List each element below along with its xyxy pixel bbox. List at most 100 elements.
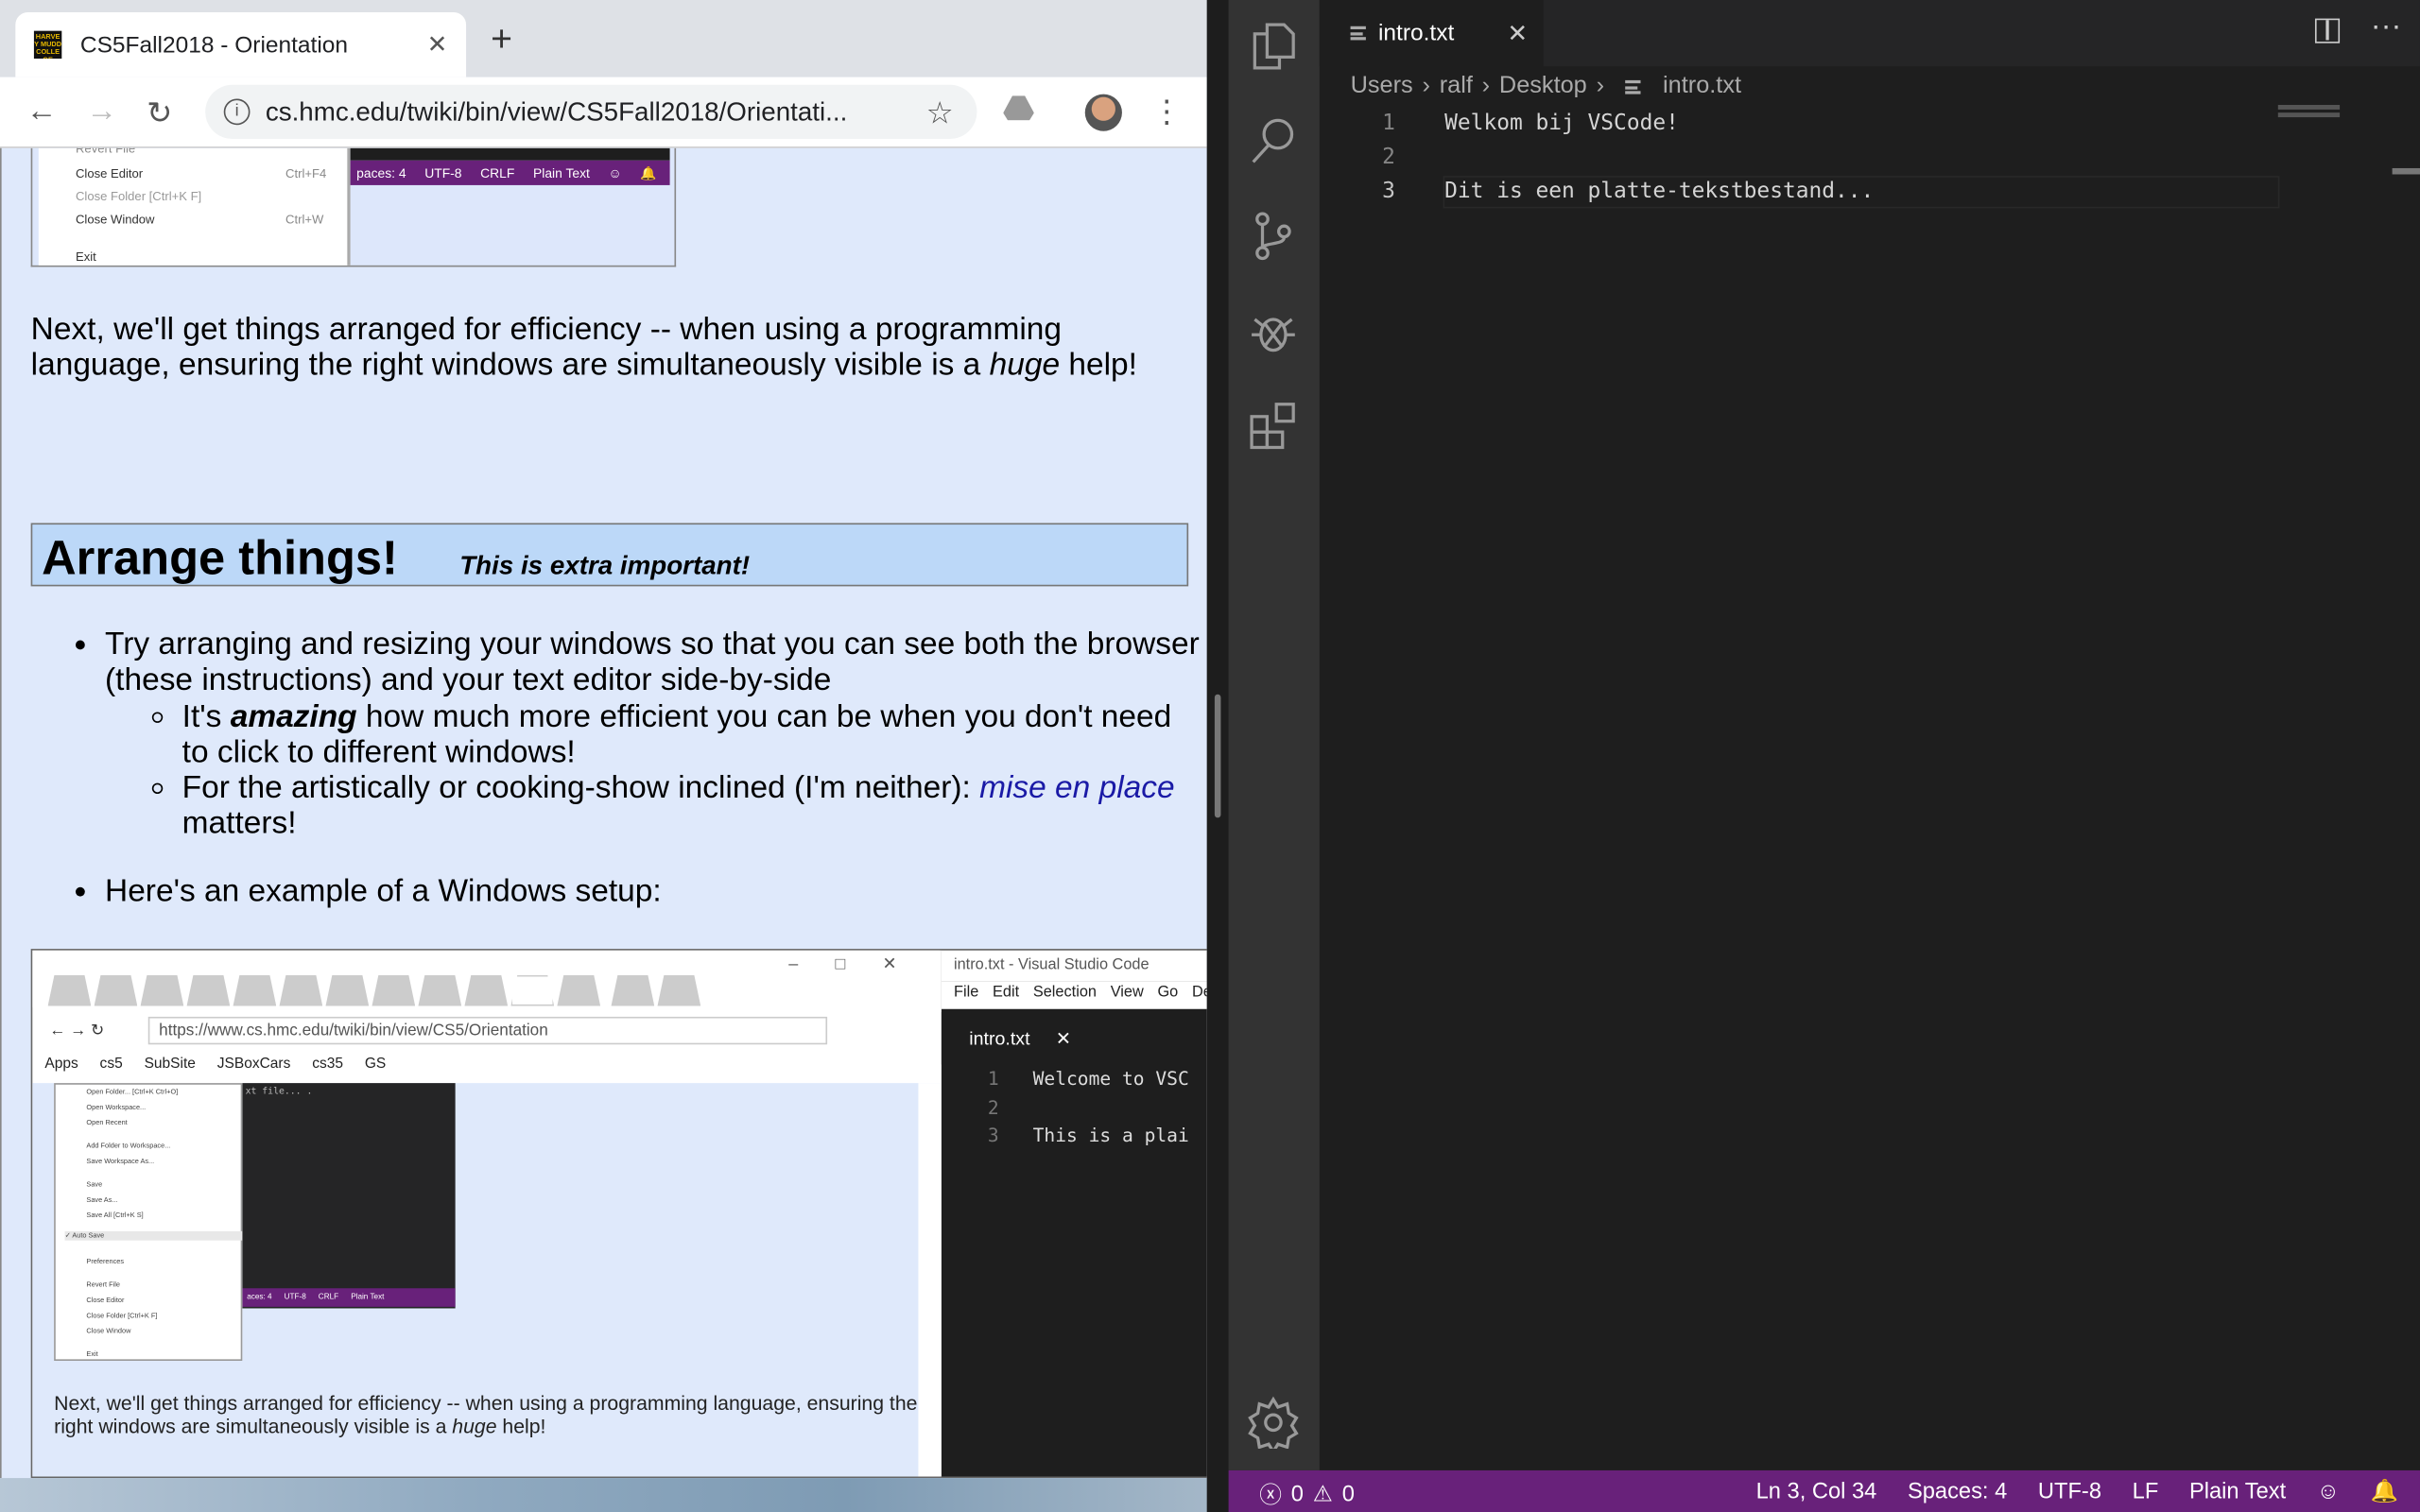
breadcrumb-item[interactable]: Desktop — [1499, 73, 1587, 100]
activity-bar — [1228, 0, 1320, 1470]
reload-icon[interactable]: ↻ — [147, 94, 172, 133]
bookmarks-image: Apps cs5 SubSite JSBoxCars cs35 GS — [44, 1056, 386, 1073]
split-editor-icon[interactable] — [2314, 18, 2341, 43]
status-text: paces: 4 — [356, 164, 406, 181]
editor-area[interactable] — [1319, 0, 2420, 1470]
close-tab-icon[interactable]: ✕ — [427, 29, 448, 60]
language-mode[interactable]: Plain Text — [2189, 1479, 2286, 1503]
tab-title: CS5Fall2018 - Orientation — [79, 31, 349, 59]
indentation[interactable]: Spaces: 4 — [1908, 1479, 2007, 1503]
code-line[interactable]: Welkom bij VSCode! — [1444, 112, 1679, 136]
text: help! — [496, 1415, 546, 1438]
debug-icon[interactable] — [1247, 305, 1300, 358]
new-tab-button[interactable]: + — [491, 19, 512, 62]
emphasis: huge — [452, 1415, 497, 1438]
bookmark: Apps — [44, 1055, 78, 1073]
bookmark: GS — [364, 1055, 387, 1073]
warning-count: 0 — [1341, 1482, 1355, 1507]
bullet-list: Try arranging and resizing your windows … — [31, 627, 1204, 909]
heading-title: Arrange things! — [42, 530, 398, 585]
chevron-right-icon: › — [1596, 72, 1605, 99]
code-line[interactable]: Dit is een platte-tekstbestand... — [1444, 179, 1874, 203]
tabs-image: –□✕ — [32, 950, 941, 1008]
status-bar-image: aces: 4 UTF-8 CRLF Plain Text — [242, 1288, 456, 1307]
code-line: 3 This is a plai — [988, 1125, 1189, 1146]
extensions-icon[interactable] — [1247, 400, 1300, 453]
scrollbar-image — [918, 1083, 941, 1477]
list-item: For the artistically or cooking-show inc… — [182, 770, 1204, 842]
status-text: Plain Text — [532, 164, 590, 181]
scrollbar-thumb[interactable] — [2392, 167, 2420, 175]
vscode-image: intro.txt - Visual Studio Code File Edit S… — [941, 950, 1207, 1477]
status-text: CRLF — [318, 1293, 339, 1302]
line-number: 3 — [1382, 179, 1395, 204]
address-bar[interactable]: i cs.hmc.edu/twiki/bin/view/CS5Fall2018/… — [205, 84, 977, 139]
browser-window: HARVEY MUDD COLLEGE CS5Fall2018 - Orient… — [0, 0, 1207, 1512]
menu-item: Close Editor — [75, 166, 144, 181]
heading-note: This is extra important! — [459, 550, 751, 580]
more-actions-icon[interactable]: ··· — [2371, 9, 2402, 45]
menu-item: Close Window — [75, 213, 155, 227]
code-line: 1 Welcome to VSC — [988, 1068, 1189, 1090]
menu-item: Close Folder [Ctrl+K F] — [75, 189, 202, 204]
warning-icon: ⚠ — [1312, 1482, 1333, 1507]
error-icon: ⓧ — [1259, 1484, 1282, 1509]
menu-item: Save Workspace As... — [86, 1157, 155, 1165]
menu-item: Preferences — [86, 1257, 125, 1265]
breadcrumb-item[interactable]: ralf — [1440, 73, 1473, 100]
encoding[interactable]: UTF-8 — [2038, 1479, 2101, 1503]
settings-gear-icon[interactable] — [1247, 1396, 1300, 1450]
menu-item: Save All [Ctrl+K S] — [86, 1211, 144, 1219]
list-item: Try arranging and resizing your windows … — [105, 627, 1203, 842]
page-content: Revert File Close Editor Ctrl+F4 Close F… — [0, 147, 1207, 1479]
minimap[interactable] — [2277, 105, 2341, 118]
breadcrumb-item[interactable]: intro.txt — [1663, 73, 1741, 100]
close-icon: ✕ — [1055, 1027, 1072, 1050]
menu-item: ✓ Auto Save — [64, 1230, 243, 1241]
feedback-smiley-icon[interactable]: ☺ — [2317, 1479, 2340, 1503]
profile-avatar[interactable] — [1084, 94, 1122, 131]
back-icon[interactable]: ← — [26, 94, 58, 130]
tab-strip: HARVEY MUDD COLLEGE CS5Fall2018 - Orient… — [0, 0, 1207, 77]
search-icon[interactable] — [1247, 114, 1300, 167]
forward-icon[interactable]: → — [86, 94, 117, 130]
chevron-right-icon: › — [1481, 72, 1491, 99]
browser-tab[interactable]: HARVEY MUDD COLLEGE CS5Fall2018 - Orient… — [15, 12, 467, 77]
close-tab-icon[interactable]: ✕ — [1507, 18, 1528, 49]
breadcrumb: Users › ralf › Desktop › intro.txt — [1351, 73, 1741, 100]
breadcrumb-item[interactable]: Users — [1351, 73, 1413, 100]
text: Next, we'll get things arranged for effi… — [30, 311, 1063, 383]
url-text: cs.hmc.edu/twiki/bin/view/CS5Fall2018/Or… — [265, 96, 848, 127]
editor-tab[interactable]: intro.txt ✕ — [1319, 0, 1544, 67]
line-number: 2 — [1382, 145, 1395, 170]
mise-en-place-link[interactable]: mise en place — [979, 770, 1175, 806]
window-controls-image: –□✕ — [788, 954, 934, 974]
notifications-bell-icon[interactable]: 🔔 — [2371, 1478, 2398, 1504]
explorer-icon[interactable] — [1247, 20, 1300, 73]
line-number: 1 — [987, 1067, 999, 1090]
emphasis: huge — [989, 347, 1061, 383]
source-control-icon[interactable] — [1247, 210, 1300, 263]
menu-item: Close Window — [86, 1327, 131, 1335]
tab-label: intro.txt — [1377, 20, 1455, 46]
problems-indicator[interactable]: ⓧ 0 ⚠ 0 — [1259, 1478, 1355, 1510]
paragraph-image: Next, we'll get things arranged for effi… — [54, 1392, 940, 1438]
chrome-menu-icon[interactable]: ⋮ — [1151, 93, 1183, 131]
divider-handle[interactable] — [1214, 694, 1221, 818]
menu-item: Open Recent — [86, 1118, 128, 1126]
menu-item: Open Folder... [Ctrl+K Ctrl+O] — [86, 1088, 179, 1096]
line-number: 3 — [987, 1125, 999, 1147]
menu-item: Go — [1157, 984, 1179, 1002]
menu-item: Exit — [86, 1349, 98, 1358]
menu-item: File — [953, 984, 979, 1002]
line-ending[interactable]: LF — [2133, 1479, 2159, 1503]
cursor-position[interactable]: Ln 3, Col 34 — [1756, 1479, 1877, 1503]
window-title: intro.txt - Visual Studio Code — [941, 950, 1207, 982]
line-text: This is a plai — [1032, 1125, 1189, 1147]
status-text: UTF-8 — [424, 164, 462, 181]
editor-tab-image: intro.txt ✕ — [941, 1012, 1143, 1065]
menu-item: De — [1191, 984, 1207, 1002]
info-icon[interactable]: i — [223, 98, 251, 126]
embedded-page-image: xt file... . aces: 4 UTF-8 CRLF Plain Text … — [32, 1083, 941, 1477]
bookmark-star-icon[interactable]: ☆ — [926, 94, 954, 133]
